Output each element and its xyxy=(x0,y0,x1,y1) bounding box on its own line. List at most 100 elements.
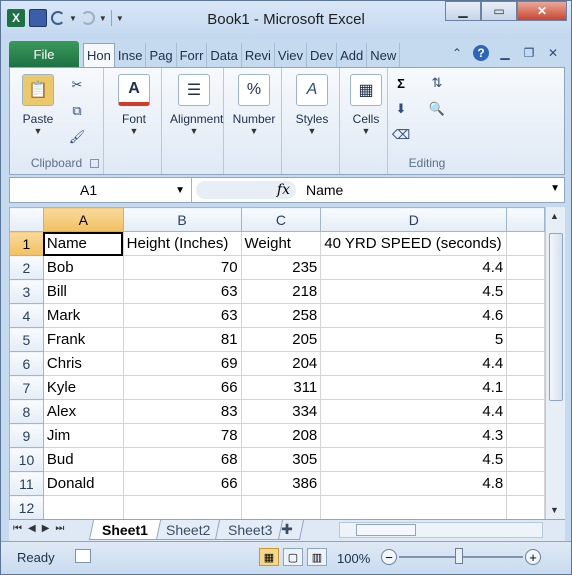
format-painter-icon[interactable]: 🖌 xyxy=(68,128,86,146)
cell[interactable]: 5 xyxy=(320,327,508,352)
cell[interactable]: 66 xyxy=(122,375,242,400)
cell[interactable] xyxy=(506,423,545,448)
cell[interactable]: 4.4 xyxy=(320,351,508,376)
tab-view[interactable]: Viev xyxy=(275,43,307,67)
column-header-a[interactable]: A xyxy=(42,207,124,232)
cell[interactable]: 69 xyxy=(122,351,242,376)
column-header-d[interactable]: D xyxy=(320,207,508,232)
cell[interactable] xyxy=(240,495,322,519)
number-button[interactable]: % Number ▼ xyxy=(230,74,278,136)
sheet-tab-sheet1[interactable]: Sheet1 xyxy=(88,520,162,540)
cell[interactable]: 4.3 xyxy=(320,423,508,448)
zoom-slider-thumb[interactable] xyxy=(455,548,463,564)
cell[interactable]: Mark xyxy=(42,303,124,328)
cell[interactable]: 4.1 xyxy=(320,375,508,400)
alignment-group[interactable]: ☰ Alignment ▼ xyxy=(164,68,224,174)
cell[interactable]: 81 xyxy=(122,327,242,352)
tab-data[interactable]: Data xyxy=(207,43,242,67)
name-box-dropdown-icon[interactable]: ▼ xyxy=(175,185,185,196)
sort-filter-icon[interactable]: ⇅ xyxy=(428,74,446,92)
cell[interactable]: 305 xyxy=(240,447,322,472)
tab-review[interactable]: Revi xyxy=(242,43,275,67)
font-button[interactable]: A Font ▼ xyxy=(110,74,158,136)
next-sheet-icon[interactable]: ▶ xyxy=(42,523,50,534)
tab-page-layout[interactable]: Pag xyxy=(146,43,177,67)
row-header[interactable]: 9 xyxy=(9,423,44,448)
prev-sheet-icon[interactable]: ◀ xyxy=(28,523,36,534)
cell[interactable]: Kyle xyxy=(42,375,124,400)
cell[interactable]: 66 xyxy=(122,471,242,496)
normal-view-icon[interactable]: ▦ xyxy=(259,548,279,566)
cell[interactable]: 68 xyxy=(122,447,242,472)
cell[interactable] xyxy=(42,495,124,519)
cell[interactable]: 4.8 xyxy=(320,471,508,496)
cell[interactable] xyxy=(506,303,545,328)
page-layout-view-icon[interactable]: ▢ xyxy=(283,548,303,566)
cell[interactable] xyxy=(506,471,545,496)
cell[interactable]: 40 YRD SPEED (seconds) xyxy=(320,231,508,256)
last-sheet-icon[interactable]: ⏭ xyxy=(55,523,64,534)
tab-developer[interactable]: Dev xyxy=(307,43,338,67)
clipboard-launcher-icon[interactable] xyxy=(90,159,99,168)
cell[interactable] xyxy=(320,495,508,519)
vertical-scrollbar[interactable]: ▲ ▼ xyxy=(545,207,565,519)
insert-function-icon[interactable]: fx xyxy=(196,181,296,199)
cell[interactable] xyxy=(506,495,545,519)
cell[interactable]: 63 xyxy=(122,303,242,328)
cell[interactable] xyxy=(122,495,242,519)
cell[interactable]: 78 xyxy=(122,423,242,448)
row-header[interactable]: 8 xyxy=(9,399,44,424)
maximize-button[interactable]: ▭ xyxy=(481,1,517,21)
cell[interactable] xyxy=(506,255,545,280)
tab-formulas[interactable]: Forr xyxy=(177,43,208,67)
scroll-down-icon[interactable]: ▼ xyxy=(550,505,559,515)
cell[interactable] xyxy=(506,327,545,352)
alignment-button[interactable]: ☰ Alignment ▼ xyxy=(170,74,223,136)
cell[interactable]: Jim xyxy=(42,423,124,448)
row-header[interactable]: 12 xyxy=(9,495,44,519)
cell[interactable]: 4.5 xyxy=(320,447,508,472)
zoom-out-button[interactable]: − xyxy=(381,549,397,565)
number-group[interactable]: % Number ▼ xyxy=(226,68,282,174)
tab-home[interactable]: Hon xyxy=(83,43,115,67)
styles-group[interactable]: A Styles ▼ xyxy=(284,68,340,174)
cell[interactable]: 4.6 xyxy=(320,303,508,328)
cell[interactable]: 83 xyxy=(122,399,242,424)
workbook-minimize-icon[interactable]: ▁ xyxy=(497,45,513,61)
cell[interactable]: Chris xyxy=(42,351,124,376)
cells-button[interactable]: ▦ Cells ▼ xyxy=(342,74,390,136)
column-header-c[interactable]: C xyxy=(240,207,322,232)
minimize-button[interactable]: ▁ xyxy=(445,1,481,21)
cell[interactable] xyxy=(506,231,545,256)
cell[interactable] xyxy=(506,399,545,424)
horizontal-scrollbar[interactable] xyxy=(339,522,543,538)
formula-input[interactable]: Name xyxy=(306,178,343,202)
sheet-tab-sheet2[interactable]: Sheet2 xyxy=(152,520,224,540)
styles-button[interactable]: A Styles ▼ xyxy=(288,74,336,136)
scroll-up-icon[interactable]: ▲ xyxy=(550,211,559,221)
cell[interactable]: 386 xyxy=(240,471,322,496)
cell[interactable]: Bob xyxy=(42,255,124,280)
page-break-view-icon[interactable]: ▥ xyxy=(307,548,327,566)
row-header[interactable]: 2 xyxy=(9,255,44,280)
cell[interactable]: 63 xyxy=(122,279,242,304)
row-header[interactable]: 5 xyxy=(9,327,44,352)
row-header[interactable]: 4 xyxy=(9,303,44,328)
cut-icon[interactable]: ✂ xyxy=(68,76,86,94)
zoom-level[interactable]: 100% xyxy=(337,551,370,566)
fill-icon[interactable]: ⬇ xyxy=(392,100,410,118)
cell[interactable]: 208 xyxy=(240,423,322,448)
row-header[interactable]: 6 xyxy=(9,351,44,376)
row-header[interactable]: 7 xyxy=(9,375,44,400)
worksheet-grid[interactable]: A B C D 1 Name Height (Inches) Weight 40… xyxy=(9,207,545,519)
cell[interactable] xyxy=(506,375,545,400)
cell[interactable]: 204 xyxy=(240,351,322,376)
select-all-corner[interactable] xyxy=(9,207,44,232)
record-macro-icon[interactable] xyxy=(75,549,91,563)
cell[interactable]: 4.5 xyxy=(320,279,508,304)
cell[interactable] xyxy=(506,447,545,472)
cell[interactable]: Bill xyxy=(42,279,124,304)
cell[interactable]: 334 xyxy=(240,399,322,424)
paste-button[interactable]: 📋 Paste ▼ xyxy=(14,74,62,136)
file-tab[interactable]: File xyxy=(9,41,79,67)
